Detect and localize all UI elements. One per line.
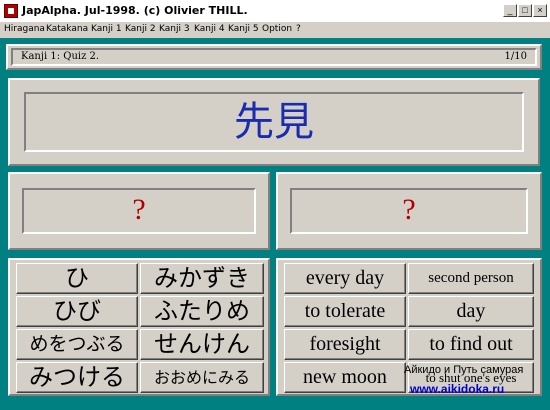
- menu-hiragana[interactable]: Hiragana: [4, 24, 45, 34]
- meaning-option-6[interactable]: to find out: [408, 329, 534, 360]
- window-title: JapAlpha. Jul-1998. (c) Olivier THILL.: [22, 4, 248, 17]
- meaning-option-7[interactable]: new moon: [284, 362, 406, 393]
- menu-kanji-5[interactable]: Kanji 5: [228, 24, 259, 34]
- reading-choices-panel: ひ みかずき ひび ふたりめ めをつぶる せんけん みつける おおめにみる: [8, 258, 270, 396]
- meaning-option-5[interactable]: foresight: [284, 329, 406, 360]
- menu-kanji-2[interactable]: Kanji 2: [125, 24, 156, 34]
- kanji-display: 先見: [24, 92, 524, 152]
- reading-answer-text: ?: [132, 193, 146, 226]
- watermark-caption: Айкидо и Путь самурая: [404, 364, 524, 376]
- menu-katakana[interactable]: Katakana: [46, 24, 88, 34]
- kanji-text: 先見: [234, 99, 314, 145]
- menu-kanji-1[interactable]: Kanji 1: [91, 24, 122, 34]
- app-window: JapAlpha. Jul-1998. (c) Olivier THILL. _…: [0, 0, 550, 410]
- reading-option-5[interactable]: めをつぶる: [16, 329, 138, 360]
- menu-option[interactable]: Option: [262, 24, 292, 34]
- meaning-option-4[interactable]: day: [408, 296, 534, 327]
- question-counter: 1/10: [504, 51, 527, 62]
- meaning-option-1[interactable]: every day: [284, 263, 406, 294]
- meaning-answer-text: ?: [402, 193, 416, 226]
- reading-option-1[interactable]: ひ: [16, 263, 138, 294]
- kanji-panel: 先見: [8, 78, 540, 166]
- reading-answer-panel: ?: [8, 172, 270, 250]
- reading-option-3[interactable]: ひび: [16, 296, 138, 327]
- meaning-option-2[interactable]: second person: [408, 263, 534, 294]
- meaning-answer-panel: ?: [276, 172, 542, 250]
- meaning-answer-box: ?: [290, 188, 528, 234]
- reading-option-2[interactable]: みかずき: [140, 263, 264, 294]
- status-panel: Kanji 1: Quiz 2. 1/10: [6, 44, 542, 70]
- minimize-button[interactable]: _: [503, 4, 517, 17]
- meaning-option-3[interactable]: to tolerate: [284, 296, 406, 327]
- reading-option-7[interactable]: みつける: [16, 362, 138, 393]
- title-bar: JapAlpha. Jul-1998. (c) Olivier THILL. _…: [0, 0, 550, 22]
- menu-help[interactable]: ?: [296, 24, 301, 34]
- reading-option-4[interactable]: ふたりめ: [140, 296, 264, 327]
- close-button[interactable]: ×: [533, 4, 547, 17]
- reading-option-6[interactable]: せんけん: [140, 329, 264, 360]
- menu-kanji-3[interactable]: Kanji 3: [159, 24, 190, 34]
- menu-bar: Hiragana Katakana Kanji 1 Kanji 2 Kanji …: [0, 22, 550, 38]
- reading-answer-box: ?: [22, 188, 256, 234]
- watermark-url: www.aikidoka.ru: [410, 382, 505, 396]
- status-field: Kanji 1: Quiz 2. 1/10: [11, 48, 537, 66]
- reading-option-8[interactable]: おおめにみる: [140, 362, 264, 393]
- quiz-label: Kanji 1: Quiz 2.: [21, 51, 100, 62]
- menu-kanji-4[interactable]: Kanji 4: [194, 24, 225, 34]
- app-icon[interactable]: [4, 4, 18, 18]
- maximize-button[interactable]: □: [518, 4, 532, 17]
